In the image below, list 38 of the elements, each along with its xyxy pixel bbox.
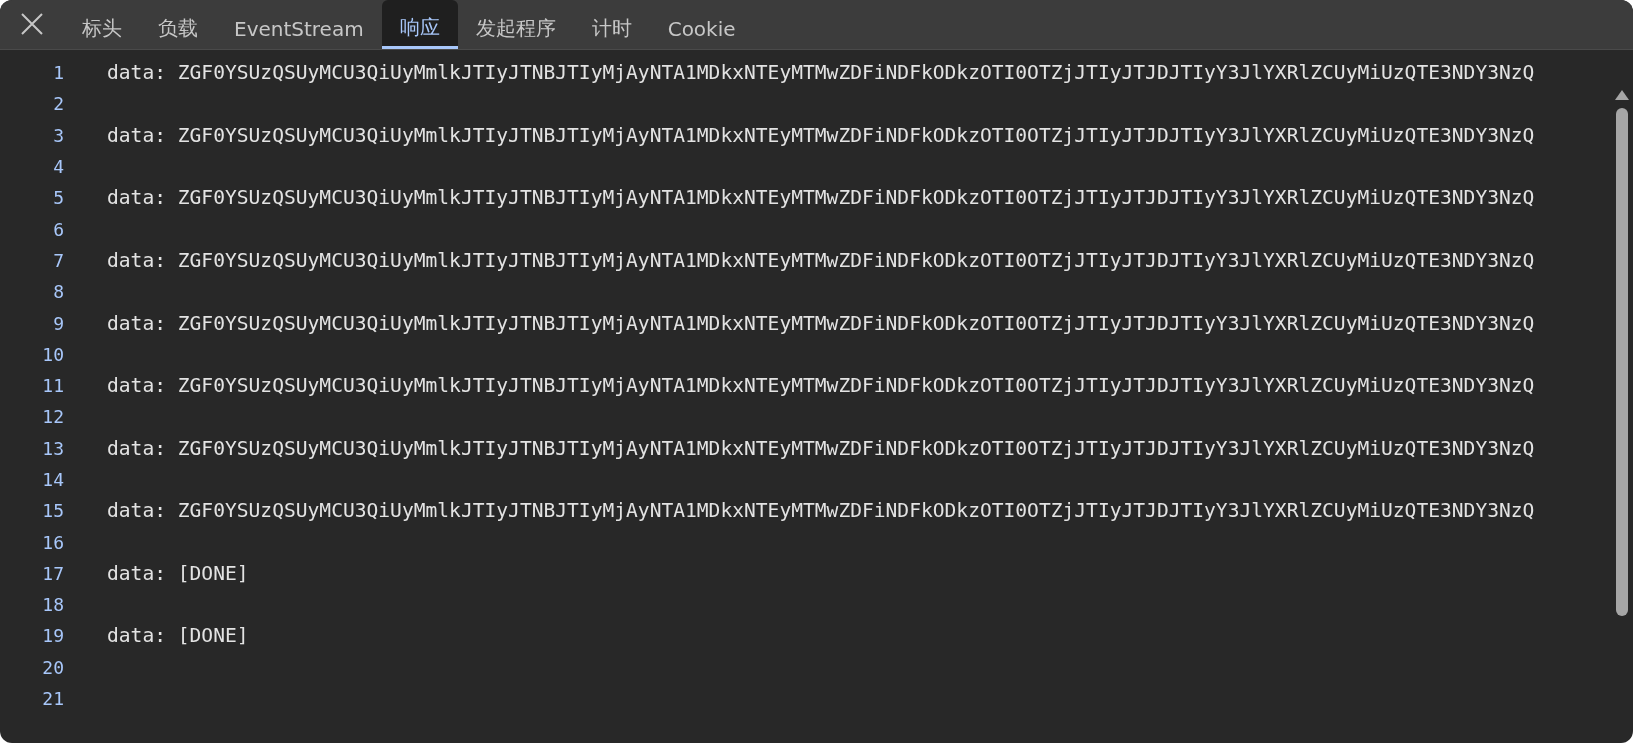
line-number: 21: [41, 688, 64, 710]
line-number: 1: [52, 62, 64, 84]
tab[interactable]: Cookie: [649, 0, 754, 49]
line-number: 11: [41, 375, 64, 397]
code-line: data: ZGF0YSUzQSUyMCU3QiUyMmlkJTIyJTNBJTIyMjAyNTA1MDkxNTEyMTMwZDFiNDFkODkzOTI0OTZjJTIyJTJDJTIyY3JlYXRlZCUyMiUzQTE3NDY3NzQ: [107, 436, 1535, 460]
line-number: 3: [52, 124, 64, 146]
tab[interactable]: 标头: [64, 0, 140, 49]
code-line: data: ZGF0YSUzQSUyMCU3QiUyMmlkJTIyJTNBJTIyMjAyNTA1MDkxNTEyMTMwZDFiNDFkODkzOTI0OTZjJTIyJTJDJTIyY3JlYXRlZCUyMiUzQTE3NDY3NzQ: [107, 123, 1535, 147]
tab[interactable]: 响应: [381, 0, 458, 49]
code-line: data: ZGF0YSUzQSUyMCU3QiUyMmlkJTIyJTNBJTIyMjAyNTA1MDkxNTEyMTMwZDFiNDFkODkzOTI0OTZjJTIyJTJDJTIyY3JlYXRlZCUyMiUzQTE3NDY3NzQ: [107, 248, 1535, 272]
line-number: 20: [41, 656, 64, 678]
tab[interactable]: 发起程序: [457, 0, 574, 49]
code-line: data: ZGF0YSUzQSUyMCU3QiUyMmlkJTIyJTNBJTIyMjAyNTA1MDkxNTEyMTMwZDFiNDFkODkzOTI0OTZjJTIyJTJDJTIyY3JlYXRlZCUyMiUzQTE3NDY3NzQ: [107, 374, 1535, 398]
line-number: 19: [41, 625, 64, 647]
line-number: 4: [52, 156, 64, 178]
line-number: 5: [52, 187, 64, 209]
tab[interactable]: 负载: [140, 0, 216, 49]
code-line: data: ZGF0YSUzQSUyMCU3QiUyMmlkJTIyJTNBJTIyMjAyNTA1MDkxNTEyMTMwZDFiNDFkODkzOTI0OTZjJTIyJTJDJTIyY3JlYXRlZCUyMiUzQTE3NDY3NzQ: [107, 499, 1535, 523]
line-number: 6: [52, 218, 64, 240]
code-line: data: [DONE]: [107, 624, 249, 648]
line-number: 10: [41, 343, 64, 365]
line-number: 15: [41, 500, 64, 522]
line-number: 9: [52, 312, 64, 334]
code-line: data: ZGF0YSUzQSUyMCU3QiUyMmlkJTIyJTNBJTIyMjAyNTA1MDkxNTEyMTMwZDFiNDFkODkzOTI0OTZjJTIyJTJDJTIyY3JlYXRlZCUyMiUzQTE3NDY3NzQ: [107, 186, 1535, 210]
line-number: 8: [52, 281, 64, 303]
line-number: 7: [52, 249, 64, 271]
code-line: data: ZGF0YSUzQSUyMCU3QiUyMmlkJTIyJTNBJTIyMjAyNTA1MDkxNTEyMTMwZDFiNDFkODkzOTI0OTZjJTIyJTJDJTIyY3JlYXRlZCUyMiUzQTE3NDY3NzQ: [107, 61, 1535, 85]
code-line: data: [DONE]: [107, 561, 249, 585]
line-number: 2: [52, 93, 64, 115]
tab[interactable]: 计时: [573, 0, 650, 49]
tab[interactable]: EventStream: [216, 0, 382, 49]
line-number: 16: [41, 531, 64, 553]
code-line: data: ZGF0YSUzQSUyMCU3QiUyMmlkJTIyJTNBJTIyMjAyNTA1MDkxNTEyMTMwZDFiNDFkODkzOTI0OTZjJTIyJTJDJTIyY3JlYXRlZCUyMiUzQTE3NDY3NzQ: [107, 311, 1535, 335]
line-number: 12: [41, 406, 64, 428]
line-number: 14: [41, 469, 64, 490]
line-number: 18: [41, 594, 64, 616]
line-number: 13: [41, 437, 64, 459]
line-number: 17: [41, 562, 64, 584]
